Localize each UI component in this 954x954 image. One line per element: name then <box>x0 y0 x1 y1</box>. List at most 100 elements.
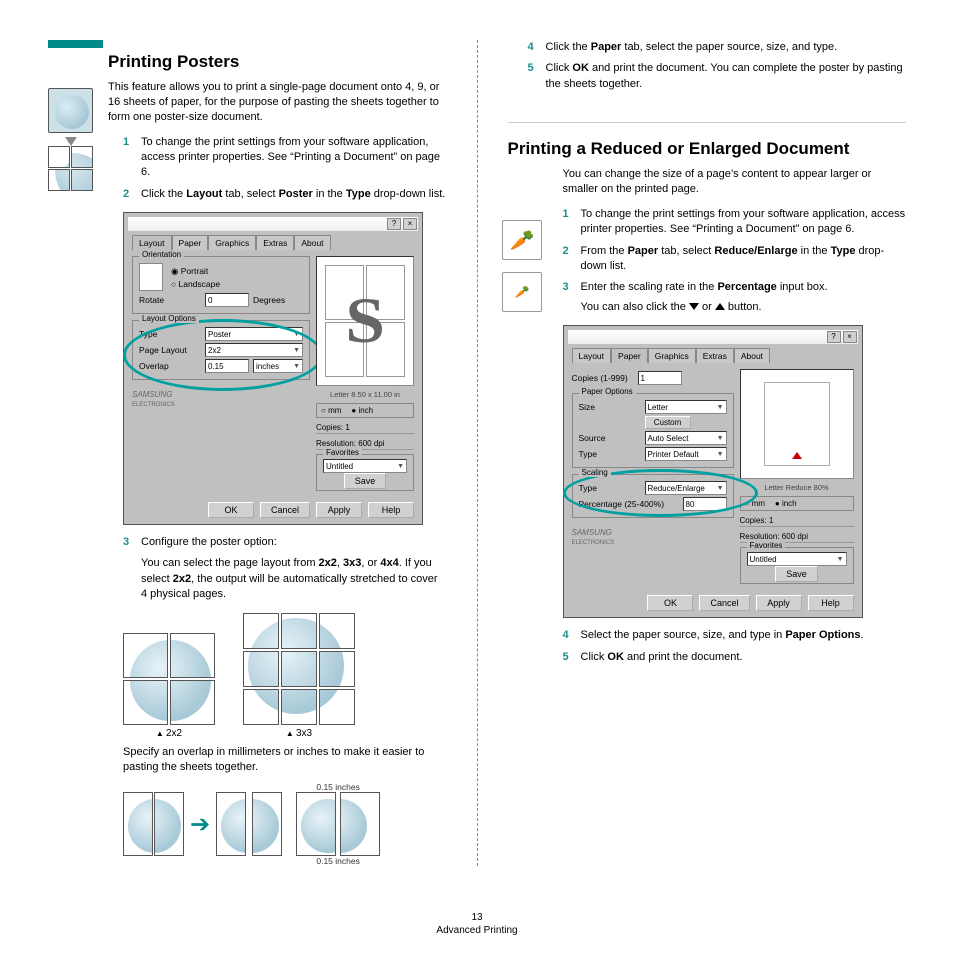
apply-button[interactable]: Apply <box>756 595 802 611</box>
help-titlebar-icon[interactable]: ? <box>827 331 841 343</box>
heading-ornament <box>48 40 103 48</box>
step-number: 3 <box>563 280 581 315</box>
radio-landscape[interactable]: ○ Landscape <box>171 279 220 289</box>
step-number: 1 <box>563 207 581 238</box>
left-column: Printing Posters This feature allows you… <box>48 40 447 866</box>
cancel-button[interactable]: Cancel <box>260 502 310 518</box>
intro-posters: This feature allows you to print a singl… <box>108 80 447 125</box>
step-body: Select the paper source, size, and type … <box>581 628 907 643</box>
unit-radio[interactable]: mminch <box>740 496 854 511</box>
help-button[interactable]: Help <box>808 595 854 611</box>
preview-size-label: Letter 8.50 x 11.00 in <box>316 390 414 399</box>
poster-layout-examples: 2x2 3x3 <box>123 613 447 739</box>
ok-button[interactable]: OK <box>208 502 254 518</box>
arrow-right-icon: ➔ <box>190 810 210 839</box>
brand-label: SAMSUNGELECTRONICS <box>572 528 734 546</box>
arrow-down-icon <box>65 137 77 146</box>
step-body: From the Paper tab, select Reduce/Enlarg… <box>581 244 907 275</box>
step-number: 5 <box>528 61 546 92</box>
size-combo[interactable]: Letter <box>645 400 727 414</box>
favorites-combo[interactable]: Untitled <box>747 552 847 566</box>
scaling-group: Scaling TypeReduce/Enlarge Percentage (2… <box>572 474 734 518</box>
margin-illustration-posters <box>48 88 93 191</box>
help-button[interactable]: Help <box>368 502 414 518</box>
page-number: 13 <box>0 912 954 923</box>
step-number: 5 <box>563 650 581 665</box>
close-icon[interactable]: × <box>403 218 417 230</box>
step-number: 4 <box>528 40 546 55</box>
copies-label: Copies: 1 <box>316 422 414 434</box>
unit-radio[interactable]: mminch <box>316 403 414 418</box>
rotate-spinner[interactable]: 0 <box>205 293 249 307</box>
cancel-button[interactable]: Cancel <box>699 595 749 611</box>
margin-illustration-scaling: 🥕 🥕 <box>502 220 542 312</box>
help-titlebar-icon[interactable]: ? <box>387 218 401 230</box>
right-column: 4 Click the Paper tab, select the paper … <box>508 40 907 866</box>
radio-portrait[interactable]: ◉ Portrait <box>171 266 220 277</box>
step-number: 2 <box>563 244 581 275</box>
save-button[interactable]: Save <box>775 566 818 582</box>
step-body: Enter the scaling rate in the Percentage… <box>581 280 907 315</box>
step-body: Click OK and print the document. You can… <box>546 61 907 92</box>
step-body: Configure the poster option: You can sel… <box>141 535 447 603</box>
step-body: Click OK and print the document. <box>581 650 907 665</box>
grid-3x3-icon <box>243 613 355 725</box>
tab-extras[interactable]: Extras <box>256 235 294 250</box>
tab-extras[interactable]: Extras <box>696 348 734 363</box>
step-body: Click the Paper tab, select the paper so… <box>546 40 907 55</box>
apple-single-icon <box>48 88 93 133</box>
save-button[interactable]: Save <box>344 473 387 489</box>
papertype-combo[interactable]: Printer Default <box>645 447 727 461</box>
dialog-paper-scaling: ? × Layout Paper Graphics Extras About C… <box>563 325 863 618</box>
heading-posters: Printing Posters <box>108 52 447 72</box>
step-body: Click the Layout tab, select Poster in t… <box>141 187 447 202</box>
orientation-group: Orientation ◉ Portrait ○ Landscape Rotat… <box>132 256 310 314</box>
tab-about[interactable]: About <box>294 235 330 250</box>
intro-reduce-enlarge: You can change the size of a page’s cont… <box>563 167 907 197</box>
tab-about[interactable]: About <box>734 348 770 363</box>
tab-paper[interactable]: Paper <box>611 348 648 363</box>
up-triangle-icon <box>715 303 725 310</box>
tab-graphics[interactable]: Graphics <box>208 235 256 250</box>
tab-layout[interactable]: Layout <box>132 235 172 250</box>
brand-label: SAMSUNGELECTRONICS <box>132 390 310 408</box>
overlap-description: Specify an overlap in millimeters or inc… <box>123 745 447 775</box>
caption-3x3: 3x3 <box>243 728 355 739</box>
step-body: To change the print settings from your s… <box>141 135 447 181</box>
layout-options-group: Layout Options TypePoster Page Layout2x2… <box>132 320 310 380</box>
apply-button[interactable]: Apply <box>316 502 362 518</box>
overlap-illustration: ➔ 0.15 inches 0.15 inches <box>123 782 447 866</box>
favorites-group: Favorites Untitled Save <box>740 547 854 584</box>
paper-options-group: Paper Options SizeLetter Custom SourceAu… <box>572 393 734 468</box>
overlap-dimension-top: 0.15 inches <box>296 782 380 792</box>
heading-reduce-enlarge: Printing a Reduced or Enlarged Document <box>508 139 907 159</box>
copies-label: Copies: 1 <box>740 515 854 527</box>
copies-spinner[interactable]: 1 <box>638 371 682 385</box>
favorites-group: Favorites Untitled Save <box>316 454 414 491</box>
down-triangle-icon <box>689 303 699 310</box>
custom-button[interactable]: Custom <box>645 416 691 429</box>
step-number: 4 <box>563 628 581 643</box>
grid-2x2-icon <box>123 633 215 725</box>
highlight-ring-icon <box>123 319 323 391</box>
tab-graphics[interactable]: Graphics <box>648 348 696 363</box>
close-icon[interactable]: × <box>843 331 857 343</box>
tab-layout[interactable]: Layout <box>572 348 612 363</box>
carrot-small-icon: 🥕 <box>502 272 542 312</box>
page-icon <box>139 263 163 291</box>
overlap-dimension-bottom: 0.15 inches <box>296 856 380 866</box>
page-footer: 13 Advanced Printing <box>0 912 954 936</box>
section-name: Advanced Printing <box>436 925 517 936</box>
carrot-large-icon: 🥕 <box>502 220 542 260</box>
step-number: 1 <box>123 135 141 181</box>
print-preview: S <box>316 256 414 386</box>
step-body: To change the print settings from your s… <box>581 207 907 238</box>
step-number: 2 <box>123 187 141 202</box>
ok-button[interactable]: OK <box>647 595 693 611</box>
print-preview <box>740 369 854 479</box>
tab-paper[interactable]: Paper <box>172 235 209 250</box>
favorites-combo[interactable]: Untitled <box>323 459 407 473</box>
steps-posters: 1 To change the print settings from your… <box>123 135 447 203</box>
caption-2x2: 2x2 <box>123 728 215 739</box>
source-combo[interactable]: Auto Select <box>645 431 727 445</box>
